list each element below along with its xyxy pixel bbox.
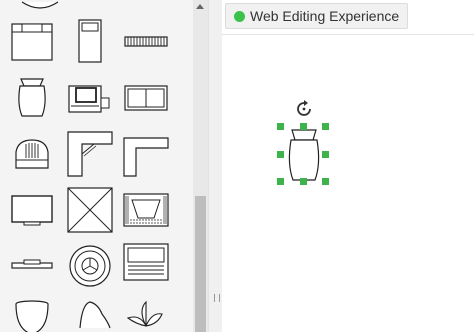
status-dot-icon [234, 10, 245, 22]
scroll-thumb[interactable] [195, 196, 206, 332]
shape-library-panel [0, 0, 193, 332]
lounge-chair-shape[interactable] [10, 132, 54, 176]
resize-handle-bottom[interactable] [300, 178, 307, 185]
resize-handle-left[interactable] [277, 151, 284, 158]
slim-shelf-shape[interactable] [10, 244, 54, 288]
desk-shape[interactable] [10, 20, 54, 64]
chair-back-shape[interactable] [68, 300, 112, 332]
l-shaped-counter-shape[interactable] [123, 132, 169, 177]
resize-handle-top-right[interactable] [322, 123, 329, 130]
twin-bed-shape[interactable] [68, 19, 112, 64]
resize-handle-bottom-left[interactable] [277, 178, 284, 185]
rotate-icon[interactable] [295, 100, 313, 118]
scroll-up-arrow-icon[interactable] [196, 4, 204, 9]
status-badge: Web Editing Experience [225, 3, 409, 29]
crossed-box-shape[interactable] [67, 187, 113, 233]
status-text: Web Editing Experience [250, 8, 400, 24]
palette-scrollbar[interactable] [193, 0, 208, 332]
resize-handle-top-left[interactable] [277, 123, 284, 130]
resize-handle-right[interactable] [322, 151, 329, 158]
selected-armchair-shape[interactable] [277, 123, 329, 186]
resize-handle-top[interactable] [300, 123, 307, 130]
round-stool-shape[interactable] [10, 300, 54, 332]
armchair-shape[interactable] [10, 76, 54, 120]
round-table-shape[interactable] [68, 244, 112, 288]
radiator-shape[interactable] [124, 20, 168, 64]
drawing-canvas[interactable]: Web Editing Experience [222, 0, 474, 332]
plant-shape[interactable] [124, 300, 168, 332]
panel-splitter[interactable] [208, 0, 223, 332]
piano-shape[interactable] [123, 243, 169, 288]
sofa-shape[interactable] [124, 76, 168, 120]
canvas-divider [222, 34, 474, 35]
corner-desk-shape[interactable] [67, 131, 113, 177]
tv-stand-shape[interactable] [10, 188, 54, 232]
resize-handle-bottom-right[interactable] [322, 178, 329, 185]
office-desk-shape[interactable] [66, 76, 110, 120]
splitter-grip-icon[interactable] [214, 294, 220, 302]
fireplace-shape[interactable] [123, 188, 169, 232]
cut-off-shape[interactable] [18, 0, 62, 10]
